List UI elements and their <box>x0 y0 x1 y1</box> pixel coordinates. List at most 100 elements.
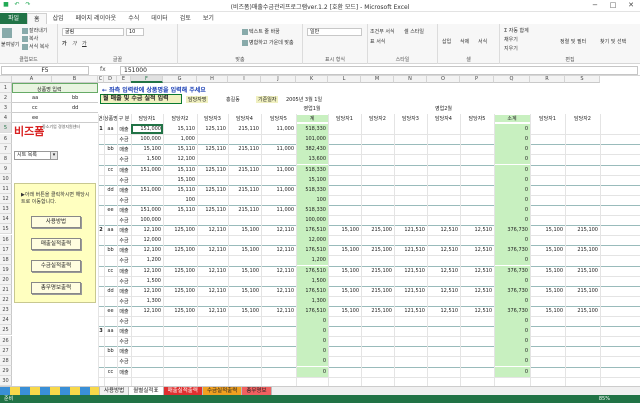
clear-button[interactable]: 지우기 <box>504 45 518 52</box>
manager-name[interactable]: 홍길동 <box>226 96 240 103</box>
usage-button[interactable]: 사용방법 <box>31 216 81 228</box>
table-cell[interactable]: 0 <box>494 366 530 377</box>
table-cell[interactable]: 12,100 <box>163 156 197 162</box>
table-cell[interactable]: 0 <box>494 134 530 145</box>
table-cell[interactable]: 12,510 <box>427 288 460 294</box>
table-cell[interactable]: 12,100 <box>131 288 163 294</box>
table-cell[interactable]: 376,730 <box>494 225 530 236</box>
chevron-down-icon[interactable]: ▾ <box>50 152 57 159</box>
table-cell[interactable]: 151,000 <box>131 207 163 213</box>
table-cell[interactable]: 12,100 <box>131 308 163 314</box>
table-cell[interactable]: 수금 <box>117 298 131 305</box>
row-header[interactable]: 18 <box>0 254 12 265</box>
row-header[interactable]: 4 <box>0 113 12 124</box>
table-cell[interactable]: cc <box>104 369 117 375</box>
table-cell[interactable]: aa <box>104 328 117 334</box>
table-cell[interactable]: 215,100 <box>361 288 394 294</box>
table-cell[interactable]: 15,100 <box>228 268 261 274</box>
column-header[interactable]: G <box>163 76 197 83</box>
number-format-select[interactable]: 일반 <box>307 28 362 36</box>
table-cell[interactable]: 12,100 <box>131 268 163 274</box>
table-cell[interactable]: 매출 <box>117 207 131 214</box>
column-header[interactable]: N <box>394 76 427 83</box>
table-cell[interactable]: 매출 <box>117 288 131 295</box>
table-cell[interactable]: 11,000 <box>261 207 296 213</box>
table-cell[interactable]: 125,100 <box>163 227 197 233</box>
table-cell[interactable]: 12,110 <box>261 268 296 274</box>
font-size-select[interactable]: 10 <box>126 28 144 36</box>
table-cell[interactable]: 수금 <box>117 318 131 325</box>
table-cell[interactable]: 15,100 <box>228 308 261 314</box>
table-cell[interactable]: 12,510 <box>427 227 460 233</box>
table-cell[interactable]: 0 <box>494 194 530 205</box>
conditional-format-button[interactable]: 조건부 서식 <box>370 28 395 35</box>
table-cell[interactable]: 수금 <box>117 136 131 143</box>
minimize-button[interactable]: − <box>586 0 604 11</box>
row-header[interactable]: 25 <box>0 325 12 336</box>
row-header[interactable]: 26 <box>0 335 12 346</box>
product-row[interactable]: aa bb <box>12 93 98 103</box>
table-cell[interactable]: 12,000 <box>131 237 163 243</box>
table-cell[interactable]: 215,100 <box>361 268 394 274</box>
table-cell[interactable]: 1,500 <box>131 156 163 162</box>
row-header[interactable]: 27 <box>0 345 12 356</box>
table-cell[interactable]: 15,100 <box>530 288 565 294</box>
tab-review[interactable]: 검토 <box>174 13 197 24</box>
table-cell[interactable]: 12,510 <box>460 288 494 294</box>
table-cell[interactable]: 12,510 <box>460 308 494 314</box>
sort-filter-button[interactable]: 정렬 및 필터 <box>560 38 586 45</box>
table-cell[interactable]: 12,110 <box>261 227 296 233</box>
table-cell[interactable]: 12,100 <box>131 227 163 233</box>
row-header[interactable]: 10 <box>0 173 12 184</box>
table-cell[interactable]: 15,110 <box>163 126 197 132</box>
row-header[interactable]: 30 <box>0 375 12 386</box>
table-cell[interactable]: 1,200 <box>131 257 163 263</box>
table-cell[interactable]: 1,300 <box>296 295 328 306</box>
table-cell[interactable]: 518,330 <box>296 164 328 175</box>
table-cell[interactable]: 0 <box>494 154 530 165</box>
table-cell[interactable]: 215,110 <box>228 187 261 193</box>
table-cell[interactable]: 15,110 <box>163 187 197 193</box>
table-cell[interactable]: 176,510 <box>296 245 328 256</box>
tab-view[interactable]: 보기 <box>197 13 220 24</box>
table-cell[interactable]: 15,100 <box>131 146 163 152</box>
table-cell[interactable]: 0 <box>494 346 530 357</box>
tab-formulas[interactable]: 수식 <box>122 13 145 24</box>
table-cell[interactable]: 매출 <box>117 369 131 376</box>
column-header[interactable]: E <box>117 76 131 83</box>
column-header[interactable]: P <box>460 76 494 83</box>
select-all-corner[interactable] <box>0 76 12 83</box>
table-cell[interactable]: 수금 <box>117 197 131 204</box>
table-cell[interactable]: 11,000 <box>261 146 296 152</box>
fx-icon[interactable]: fx <box>100 66 106 73</box>
row-header[interactable]: 11 <box>0 184 12 195</box>
table-cell[interactable]: 376,730 <box>494 265 530 276</box>
table-cell[interactable]: 125,110 <box>197 126 228 132</box>
table-cell[interactable]: 0 <box>494 316 530 327</box>
row-header[interactable]: 22 <box>0 295 12 306</box>
name-box[interactable]: F5 <box>1 66 89 75</box>
table-cell[interactable]: 101,000 <box>296 134 328 145</box>
table-cell[interactable]: 0 <box>494 174 530 185</box>
table-cell[interactable]: 125,110 <box>197 146 228 152</box>
table-cell[interactable]: 매출 <box>117 247 131 254</box>
row-header[interactable]: 3 <box>0 103 12 114</box>
table-cell[interactable]: 125,100 <box>163 247 197 253</box>
table-cell[interactable]: 매출 <box>117 308 131 315</box>
table-cell[interactable]: bb <box>104 146 117 152</box>
cell-style-button[interactable]: 셀 스타일 <box>404 28 424 35</box>
table-cell[interactable]: 수금 <box>117 257 131 264</box>
column-header[interactable]: J <box>261 76 296 83</box>
table-cell[interactable]: 12,510 <box>427 247 460 253</box>
table-cell[interactable]: 215,100 <box>565 288 600 294</box>
table-cell[interactable]: 1,500 <box>131 278 163 284</box>
spreadsheet-grid[interactable]: 상품명 입력 aa bb cc dd ee 비즈폼 중소기업 경영지원센터 시트 목… <box>0 76 640 386</box>
table-cell[interactable]: 0 <box>494 356 530 367</box>
table-cell[interactable]: 12,110 <box>197 227 228 233</box>
table-cell[interactable]: 0 <box>494 295 530 306</box>
table-cell[interactable]: 13,600 <box>296 154 328 165</box>
table-cell[interactable]: 0 <box>296 366 328 377</box>
font-name-select[interactable]: 굴림 <box>62 28 124 36</box>
table-cell[interactable]: 매출 <box>117 328 131 335</box>
table-cell[interactable]: 0 <box>494 144 530 155</box>
